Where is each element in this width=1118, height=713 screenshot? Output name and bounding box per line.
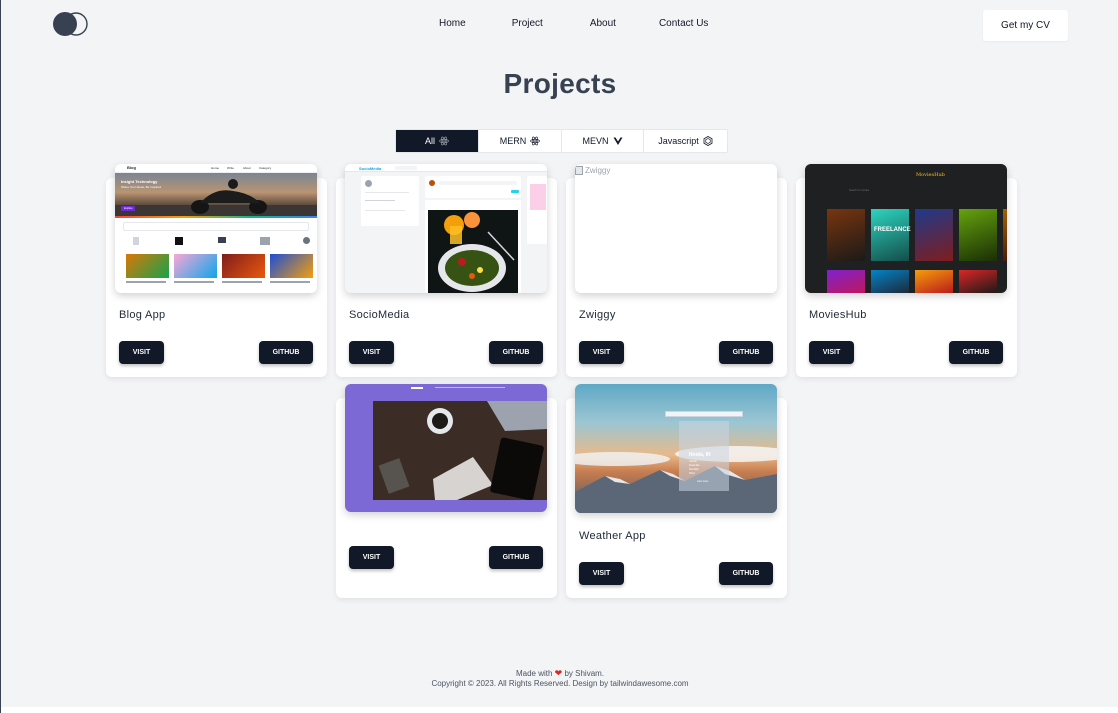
nav-link-home[interactable]: Home — [439, 18, 466, 29]
food-photo — [428, 210, 518, 293]
untitled-project-screenshot[interactable] — [345, 384, 547, 512]
react-icon — [530, 136, 541, 146]
footer-made-suffix: by Shivam. — [564, 669, 605, 678]
tab-mern[interactable]: MERN — [479, 130, 562, 152]
logo-icon[interactable] — [52, 11, 90, 37]
visit-button-sociomedia[interactable]: VISIT — [349, 341, 394, 364]
tab-javascript[interactable]: Javascript — [644, 130, 727, 152]
weather-widget-button: view more — [697, 480, 709, 483]
visit-button-untitled[interactable]: VISIT — [349, 546, 394, 569]
github-button-zwiggy[interactable]: GITHUB — [719, 341, 773, 364]
broken-image-alt-text: Zwiggy — [585, 166, 611, 175]
weather-widget-city: Noida, IN — [689, 452, 711, 458]
nav-link-project[interactable]: Project — [512, 18, 543, 29]
weather-widget-line-3: Humidity — [689, 468, 699, 471]
github-button-untitled[interactable]: GITHUB — [489, 546, 543, 569]
mountain-landscape — [575, 446, 777, 513]
visit-button-blog[interactable]: VISIT — [119, 341, 164, 364]
nav-link-contact[interactable]: Contact Us — [659, 18, 708, 29]
heart-icon: ❤ — [554, 668, 563, 678]
project-title-blog: Blog App — [119, 309, 166, 321]
weather-widget-line-2: Feels like — [689, 464, 700, 467]
bottom-bar — [1, 707, 1118, 713]
sociomedia-screenshot[interactable]: SocioMedia — [345, 164, 547, 293]
nav-links: Home Project About Contact Us — [439, 18, 754, 29]
thumb-movies-title-freelance: FREELANCE — [874, 227, 911, 233]
zwiggy-screenshot[interactable]: Zwiggy — [575, 164, 777, 293]
thumb-blog-nav-3: About — [243, 166, 251, 170]
weather-widget-line-1: Clouds — [689, 460, 697, 463]
footer-copyright: Copyright © 2023. All Rights Reserved. D… — [431, 679, 689, 688]
project-title-movieshub: MoviesHub — [809, 309, 867, 321]
thumb-socio-brand: SocioMedia — [359, 165, 382, 171]
thumb-blog-hero: Insight Technology Share Your Ideas, Be … — [115, 173, 317, 216]
thumb-blog-hero-title: Insight Technology — [121, 179, 158, 184]
tab-mern-label: MERN — [499, 136, 527, 146]
thumb-movies-search: Search for movies — [849, 189, 870, 192]
thumb-blog-nav-4: Category — [259, 166, 272, 170]
github-button-weather[interactable]: GITHUB — [719, 562, 773, 585]
filter-tabs: All MERN MEVN Javascript — [395, 129, 728, 153]
tab-all[interactable]: All — [396, 130, 479, 152]
vue-icon — [613, 137, 622, 145]
github-button-sociomedia[interactable]: GITHUB — [489, 341, 543, 364]
project-title-zwiggy: Zwiggy — [579, 309, 616, 321]
blog-app-screenshot[interactable]: Blog Home Write About Category Insight T… — [115, 164, 317, 293]
weather-widget-line-4: Wind — [689, 472, 695, 475]
visit-button-zwiggy[interactable]: VISIT — [579, 341, 624, 364]
visit-button-weather[interactable]: VISIT — [579, 562, 624, 585]
navbar: Home Project About Contact Us Get my CV — [1, 0, 1118, 50]
thumb-blog-brand: Blog — [127, 165, 136, 170]
tab-mevn-label: MEVN — [582, 136, 609, 146]
thumb-blog-hero-button: Explore — [121, 206, 136, 211]
visit-button-movieshub[interactable]: VISIT — [809, 341, 854, 364]
github-button-blog[interactable]: GITHUB — [259, 341, 313, 364]
weather-app-screenshot[interactable]: Noida, IN Clouds Feels like Humidity Win… — [575, 384, 777, 513]
nav-link-about[interactable]: About — [590, 18, 616, 29]
nodejs-icon — [703, 136, 713, 146]
get-cv-button[interactable]: Get my CV — [983, 10, 1068, 41]
thumb-blog-hero-sub: Share Your Ideas, Be Inspired — [121, 185, 161, 189]
react-icon — [439, 136, 449, 146]
thumb-blog-nav-2: Write — [227, 166, 234, 170]
movieshub-screenshot[interactable]: MoviesHub Search for movies FREELANCE — [805, 164, 1007, 293]
weather-widget: Noida, IN Clouds Feels like Humidity Win… — [679, 421, 729, 491]
thumb-movies-brand: MoviesHub — [916, 172, 945, 178]
thumb-blog-nav-1: Home — [211, 166, 220, 170]
tab-javascript-label: Javascript — [658, 136, 699, 146]
broken-image-icon — [575, 166, 583, 175]
github-button-movieshub[interactable]: GITHUB — [949, 341, 1003, 364]
footer-made-prefix: Made with — [515, 669, 553, 678]
page-title: Projects — [503, 68, 617, 99]
tab-mevn[interactable]: MEVN — [562, 130, 644, 152]
footer-made-with: Made with ❤ by Shivam. — [1, 668, 1118, 679]
desk-photo — [373, 401, 547, 501]
project-title-sociomedia: SocioMedia — [349, 309, 410, 321]
project-title-weather: Weather App — [579, 530, 646, 542]
tab-all-label: All — [424, 136, 435, 146]
